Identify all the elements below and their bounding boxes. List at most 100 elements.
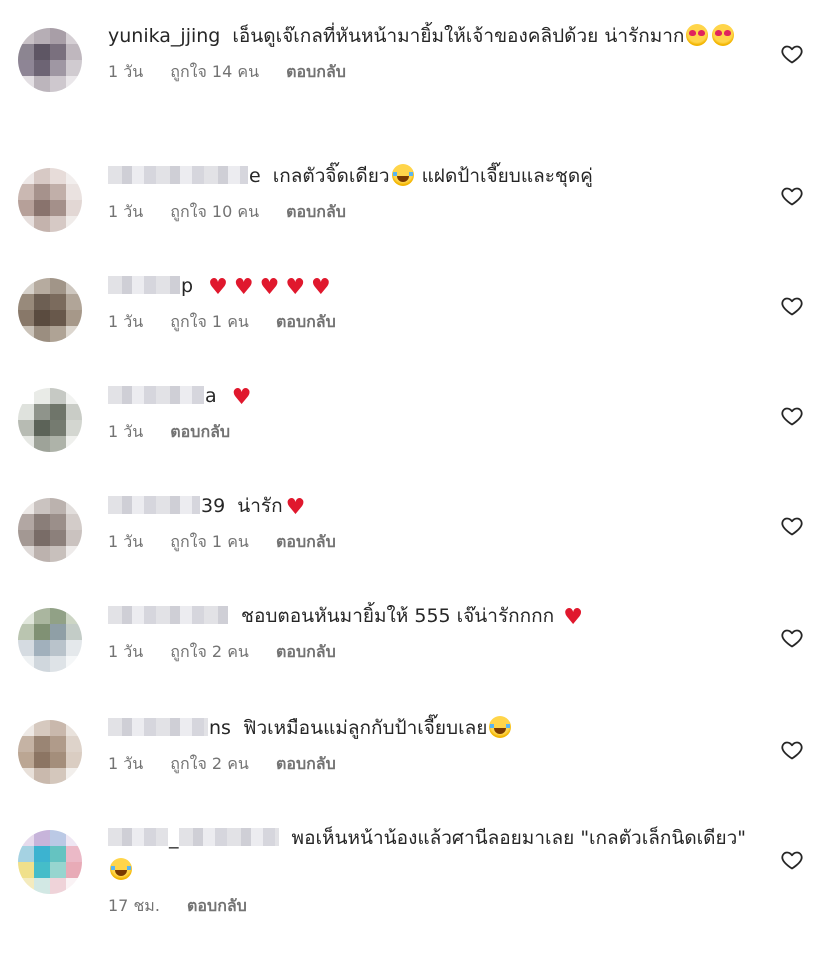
likes-count[interactable]: ถูกใจ 1 คน [170,312,249,331]
avatar-pixel [34,878,50,894]
timestamp: 1 วัน [108,422,144,441]
avatar-pixel [66,76,82,92]
likes-count[interactable]: ถูกใจ 14 คน [170,62,259,81]
avatar-pixel [66,546,82,562]
heart-outline-icon[interactable] [780,294,804,318]
avatar[interactable] [18,28,82,92]
comment-text-line: e เกลตัวจิ๊ดเดียว แฝดป้าเจี๊ยบและชุดคู่ [108,160,758,192]
avatar-pixel [18,862,34,878]
avatar-pixel [50,388,66,404]
avatar-pixel [18,404,34,420]
avatar-pixel [66,720,82,736]
username[interactable]: p [108,270,193,302]
avatar-pixel [18,752,34,768]
timestamp: 1 วัน [108,62,144,81]
blurred-username [108,276,180,294]
timestamp: 17 ชม. [108,896,160,915]
heart-outline-icon[interactable] [780,626,804,650]
reply-button[interactable]: ตอบกลับ [286,62,346,81]
avatar-pixel [66,752,82,768]
avatar-pixel [34,28,50,44]
red-heart-emoji-icon: ♥ [311,275,331,300]
avatar-pixel [34,608,50,624]
likes-count[interactable]: ถูกใจ 10 คน [170,202,259,221]
avatar-pixel [34,76,50,92]
avatar-pixel [66,514,82,530]
avatar-pixel [18,436,34,452]
comment-meta: 1 วัน ตอบกลับ [108,420,758,445]
avatar-pixel [66,294,82,310]
avatar-pixel [18,200,34,216]
avatar-pixel [18,388,34,404]
heart-outline-icon[interactable] [780,184,804,208]
comment-body: yunika_jjing เอ็นดูเจ๊เกลที่หันหน้ามายิ้… [108,20,758,85]
likes-count[interactable]: ถูกใจ 1 คน [170,532,249,551]
avatar-pixel [66,846,82,862]
avatar-pixel [66,624,82,640]
username[interactable]: _ [108,822,280,854]
tears-of-joy-emoji-icon [489,716,512,738]
avatar-pixel [18,878,34,894]
avatar[interactable] [18,498,82,562]
avatar-pixel [34,436,50,452]
avatar[interactable] [18,168,82,232]
avatar-pixel [66,498,82,514]
comment-text: เกลตัวจิ๊ดเดียว [272,165,390,187]
likes-count[interactable]: ถูกใจ 2 คน [170,642,249,661]
avatar[interactable] [18,388,82,452]
avatar-pixel [66,878,82,894]
avatar-pixel [34,310,50,326]
avatar[interactable] [18,608,82,672]
username[interactable]: 39 [108,490,225,522]
avatar-pixel [34,768,50,784]
avatar-pixel [18,76,34,92]
reply-button[interactable]: ตอบกลับ [276,532,336,551]
reply-button[interactable]: ตอบกลับ [276,754,336,773]
avatar-pixel [66,530,82,546]
likes-count[interactable]: ถูกใจ 2 คน [170,754,249,773]
reply-button[interactable]: ตอบกลับ [286,202,346,221]
heart-outline-icon[interactable] [780,738,804,762]
comment-meta: 1 วัน ถูกใจ 1 คน ตอบกลับ [108,310,758,335]
avatar[interactable] [18,830,82,894]
avatar-pixel [50,326,66,342]
avatar-pixel [50,278,66,294]
reply-button[interactable]: ตอบกลับ [276,312,336,331]
timestamp: 1 วัน [108,642,144,661]
avatar-pixel [66,640,82,656]
username[interactable]: ns [108,712,231,744]
avatar-pixel [34,200,50,216]
username[interactable]: yunika_jjing [108,20,220,52]
comment-list: yunika_jjing เอ็นดูเจ๊เกลที่หันหน้ามายิ้… [0,0,820,955]
avatar-pixel [66,200,82,216]
heart-outline-icon[interactable] [780,404,804,428]
avatar[interactable] [18,278,82,342]
avatar-pixel [34,530,50,546]
reply-button[interactable]: ตอบกลับ [187,896,247,915]
avatar-pixel [66,44,82,60]
heart-outline-icon[interactable] [780,514,804,538]
avatar-pixel [66,278,82,294]
avatar[interactable] [18,720,82,784]
comment-meta: 1 วัน ถูกใจ 2 คน ตอบกลับ [108,752,758,777]
avatar-pixel [34,862,50,878]
heart-outline-icon[interactable] [780,42,804,66]
blurred-username [108,828,168,846]
username[interactable]: a [108,380,217,412]
avatar-pixel [50,736,66,752]
comment-text: น่ารัก [237,495,283,517]
heart-outline-icon[interactable] [780,848,804,872]
reply-button[interactable]: ตอบกลับ [170,422,230,441]
username[interactable] [108,600,229,632]
avatar-pixel [34,752,50,768]
comment-body: e เกลตัวจิ๊ดเดียว แฝดป้าเจี๊ยบและชุดคู่ … [108,160,758,225]
avatar-pixel [34,60,50,76]
comment-meta: 1 วัน ถูกใจ 14 คน ตอบกลับ [108,60,758,85]
avatar-pixel [18,656,34,672]
reply-button[interactable]: ตอบกลับ [276,642,336,661]
username[interactable]: e [108,160,261,192]
comment-text-line: p ♥ ♥ ♥ ♥ ♥ [108,270,758,302]
avatar-pixel [18,310,34,326]
avatar-pixel [34,656,50,672]
avatar-pixel [18,294,34,310]
